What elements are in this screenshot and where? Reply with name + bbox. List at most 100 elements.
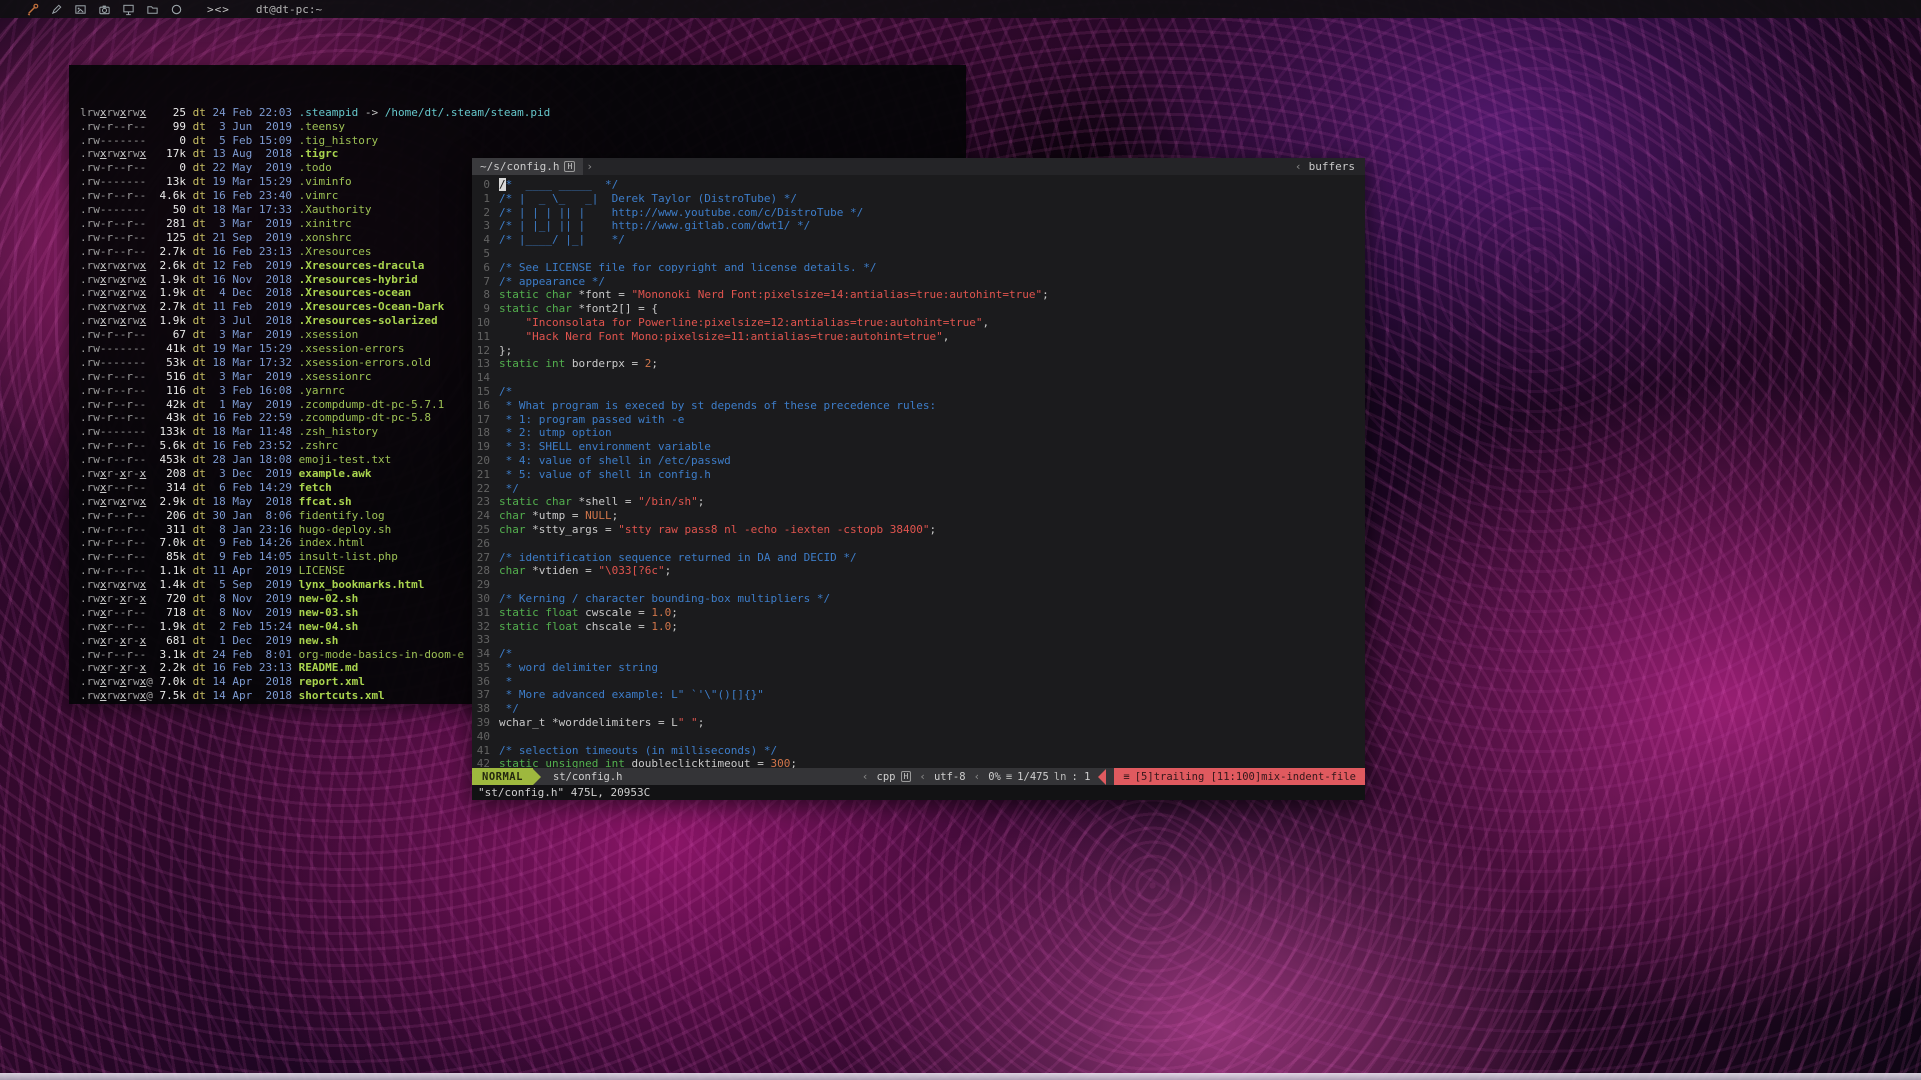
file-name: .vimrc xyxy=(292,189,338,202)
file-size: 13k xyxy=(153,175,186,188)
statusline-separator-icon: ‹ xyxy=(919,770,926,783)
code-text: /* xyxy=(499,647,512,661)
edit-icon[interactable] xyxy=(50,3,63,16)
file-owner: dt xyxy=(186,370,206,383)
record-icon[interactable] xyxy=(170,3,183,16)
code-text: wchar_t *worddelimiters = L" "; xyxy=(499,716,704,730)
line-number: 33 xyxy=(472,633,499,647)
file-permissions: .rwxr-xr-x xyxy=(80,467,153,480)
image-icon[interactable] xyxy=(74,3,87,16)
file-owner: dt xyxy=(186,564,206,577)
file-permissions: .rw-r--r-- xyxy=(80,231,153,244)
file-owner: dt xyxy=(186,509,206,522)
vim-command-line[interactable]: "st/config.h" 475L, 20953C xyxy=(472,785,1365,800)
file-date: 2 Feb 15:24 xyxy=(206,620,292,633)
file-size: 208 xyxy=(153,467,186,480)
code-line: 26 xyxy=(472,537,1365,551)
wallpaper-bottom-band xyxy=(0,1073,1921,1080)
code-text: char *utmp = NULL; xyxy=(499,509,618,523)
code-line: 15/* xyxy=(472,385,1365,399)
line-number: 11 xyxy=(472,330,499,344)
file-date: 3 Jun 2019 xyxy=(206,120,292,133)
file-name: .zsh_history xyxy=(292,425,378,438)
file-permissions: .rwxrwxrwx xyxy=(80,314,153,327)
cursor-position: 1/475 xyxy=(1017,771,1049,783)
file-permissions: .rwxr-xr-x xyxy=(80,634,153,647)
code-line: 17 * 1: program passed with -e xyxy=(472,413,1365,427)
file-permissions: .rw------- xyxy=(80,203,153,216)
file-name: fetch xyxy=(292,481,332,494)
file-name: .teensy xyxy=(292,120,345,133)
file-owner: dt xyxy=(186,398,206,411)
code-line: 39wchar_t *worddelimiters = L" "; xyxy=(472,716,1365,730)
code-line: 29 xyxy=(472,578,1365,592)
statusline-separator-icon: ‹ xyxy=(974,770,981,783)
file-size: 2.7k xyxy=(153,245,186,258)
code-area[interactable]: 0/* ____ _____ */1/* | _ \_ _| Derek Tay… xyxy=(472,175,1365,768)
line-number: 29 xyxy=(472,578,499,592)
file-date: 16 Nov 2018 xyxy=(206,273,292,286)
file-permissions: .rw------- xyxy=(80,175,153,188)
file-size: 43k xyxy=(153,411,186,424)
file-name: .todo xyxy=(292,161,332,174)
tabline-buffer-name: ~/s/config.h xyxy=(480,160,559,173)
scroll-percent: 0% xyxy=(988,771,1001,783)
file-permissions: .rw-r--r-- xyxy=(80,328,153,341)
camera-icon[interactable] xyxy=(98,3,111,16)
file-permissions: .rw-r--r-- xyxy=(80,536,153,549)
file-owner: dt xyxy=(186,620,206,633)
code-text: static float chscale = 1.0; xyxy=(499,620,678,634)
file-name: fidentify.log xyxy=(292,509,385,522)
line-number: 30 xyxy=(472,592,499,606)
file-owner: dt xyxy=(186,606,206,619)
file-size: 2.7k xyxy=(153,300,186,313)
file-owner: dt xyxy=(186,314,206,327)
tabline-buffer-tab[interactable]: ~/s/config.h H xyxy=(472,158,583,175)
file-permissions: .rw-r--r-- xyxy=(80,217,153,230)
tabline-separator-icon: › xyxy=(586,160,593,173)
mode-indicator: NORMAL xyxy=(472,768,533,785)
file-name: .Xresources-solarized xyxy=(292,314,438,327)
vim-window[interactable]: ~/s/config.h H › ‹ buffers 0/* ____ ____… xyxy=(472,158,1365,800)
line-number: 34 xyxy=(472,647,499,661)
code-line: 14 xyxy=(472,371,1365,385)
file-owner: dt xyxy=(186,286,206,299)
file-permissions: .rw------- xyxy=(80,342,153,355)
code-line: 11 "Hack Nerd Font Mono:pixelsize=11:ant… xyxy=(472,330,1365,344)
file-date: 16 Feb 23:13 xyxy=(206,661,292,674)
symlink-arrow-icon: -> xyxy=(358,106,385,119)
code-text: * 3: SHELL environment variable xyxy=(499,440,711,454)
encoding-label: utf-8 xyxy=(934,771,966,783)
symlink-target: /home/dt/.steam/steam.pid xyxy=(385,106,551,119)
top-bar-icon-tray xyxy=(26,3,183,16)
display-icon[interactable] xyxy=(122,3,135,16)
file-size: 0 xyxy=(153,161,186,174)
file-size: 3.1k xyxy=(153,648,186,661)
code-line: 42static unsigned int doubleclicktimeout… xyxy=(472,757,1365,768)
whitespace-warning-badge: ≡ [5]trailing [11:100]mix-indent-file xyxy=(1114,768,1365,785)
settings-icon[interactable] xyxy=(26,3,39,16)
line-number-label: ln xyxy=(1054,771,1067,783)
file-size: 67 xyxy=(153,328,186,341)
files-icon[interactable] xyxy=(146,3,159,16)
file-name: .zcompdump-dt-pc-5.7.1 xyxy=(292,398,444,411)
file-date: 8 Jan 23:16 xyxy=(206,523,292,536)
file-size: 7.0k xyxy=(153,675,186,688)
line-number: 31 xyxy=(472,606,499,620)
file-owner: dt xyxy=(186,439,206,452)
code-line: 35 * word delimiter string xyxy=(472,661,1365,675)
file-size: 311 xyxy=(153,523,186,536)
file-date: 11 Feb 2019 xyxy=(206,300,292,313)
file-size: 125 xyxy=(153,231,186,244)
top-bar: ><> dt@dt-pc:~ xyxy=(0,0,1921,18)
file-name: shortcuts.xml xyxy=(292,689,385,702)
file-owner: dt xyxy=(186,703,206,704)
line-number: 12 xyxy=(472,344,499,358)
file-name: LICENSE xyxy=(292,564,345,577)
line-number: 9 xyxy=(472,302,499,316)
file-date: 18 Mar 17:33 xyxy=(206,203,292,216)
tabline-buffers-label[interactable]: buffers xyxy=(1309,160,1355,173)
file-name: .Xresources-Ocean-Dark xyxy=(292,300,444,313)
file-permissions: .rw-r--r-- xyxy=(80,411,153,424)
file-date: 3 Dec 2019 xyxy=(206,467,292,480)
